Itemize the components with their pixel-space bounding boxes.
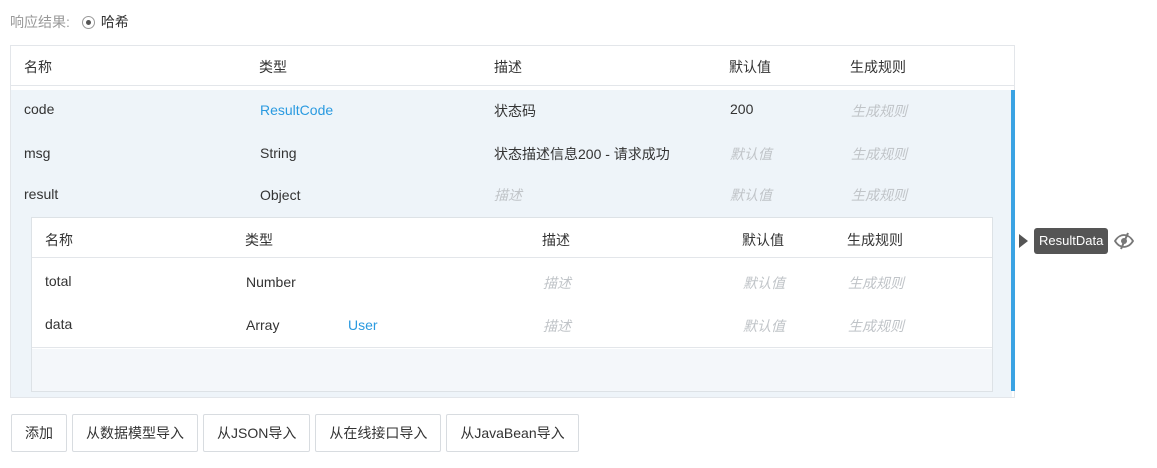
hash-radio-label[interactable]: 哈希 — [101, 12, 129, 32]
col-name-header: 名称 — [24, 59, 52, 75]
result-data-tag-group: ResultData — [1019, 228, 1135, 254]
nested-table-footer — [32, 349, 992, 391]
nested-row-data-type[interactable]: Array — [246, 317, 279, 333]
selected-accent-bar — [1011, 90, 1015, 391]
add-button[interactable]: 添加 — [11, 414, 67, 452]
import-from-model-button[interactable]: 从数据模型导入 — [72, 414, 198, 452]
result-data-tag[interactable]: ResultData — [1034, 228, 1109, 254]
row-msg-name[interactable]: msg — [24, 145, 50, 161]
radio-dot — [85, 19, 91, 25]
nested-row-total-name[interactable]: total — [45, 273, 71, 289]
row-code-default[interactable]: 200 — [730, 101, 753, 117]
row-msg-type[interactable]: String — [260, 145, 297, 161]
nested-col-name-header: 名称 — [45, 232, 73, 248]
col-rule-header: 生成规则 — [850, 59, 906, 75]
nested-row-data-default[interactable]: 默认值 — [743, 316, 785, 336]
row-code-type-link[interactable]: ResultCode — [260, 102, 333, 118]
row-code-name[interactable]: code — [24, 101, 54, 117]
col-default-header: 默认值 — [729, 59, 771, 75]
col-type-header: 类型 — [259, 59, 287, 75]
row-msg-default[interactable]: 默认值 — [730, 144, 772, 164]
row-result-type[interactable]: Object — [260, 187, 300, 203]
nested-col-default-header: 默认值 — [742, 232, 784, 248]
nested-row-data-name[interactable]: data — [45, 316, 72, 332]
nested-col-type-header: 类型 — [245, 232, 273, 248]
nested-row-total-desc[interactable]: 描述 — [543, 273, 571, 293]
row-result-rule[interactable]: 生成规则 — [851, 185, 907, 205]
row-msg-desc[interactable]: 状态描述信息200 - 请求成功 — [494, 144, 670, 164]
import-button-row: 添加 从数据模型导入 从JSON导入 从在线接口导入 从JavaBean导入 — [11, 414, 579, 452]
response-type-row: 响应结果: 哈希 — [10, 12, 129, 32]
nested-row-total-type[interactable]: Number — [246, 274, 296, 290]
response-label: 响应结果: — [10, 14, 70, 30]
row-result-default[interactable]: 默认值 — [730, 185, 772, 205]
row-result-desc[interactable]: 描述 — [494, 185, 522, 205]
nested-row-total-rule[interactable]: 生成规则 — [848, 273, 904, 293]
row-code-rule[interactable]: 生成规则 — [851, 101, 907, 121]
nested-col-rule-header: 生成规则 — [847, 232, 903, 248]
row-msg-rule[interactable]: 生成规则 — [851, 144, 907, 164]
nested-row-data-subtype-link[interactable]: User — [348, 317, 378, 333]
hash-radio[interactable] — [81, 15, 95, 29]
import-from-online-button[interactable]: 从在线接口导入 — [315, 414, 442, 452]
caret-right-icon[interactable] — [1019, 234, 1028, 248]
nested-row-total-default[interactable]: 默认值 — [743, 273, 785, 293]
row-code-desc[interactable]: 状态码 — [494, 101, 536, 121]
nested-row-data-desc[interactable]: 描述 — [543, 316, 571, 336]
row-result-name[interactable]: result — [24, 186, 58, 202]
eye-slash-icon[interactable] — [1113, 232, 1135, 250]
import-from-json-button[interactable]: 从JSON导入 — [203, 414, 311, 452]
import-from-javabean-button[interactable]: 从JavaBean导入 — [446, 414, 579, 452]
nested-row-data-rule[interactable]: 生成规则 — [848, 316, 904, 336]
nested-col-desc-header: 描述 — [542, 232, 570, 248]
col-desc-header: 描述 — [494, 59, 522, 75]
